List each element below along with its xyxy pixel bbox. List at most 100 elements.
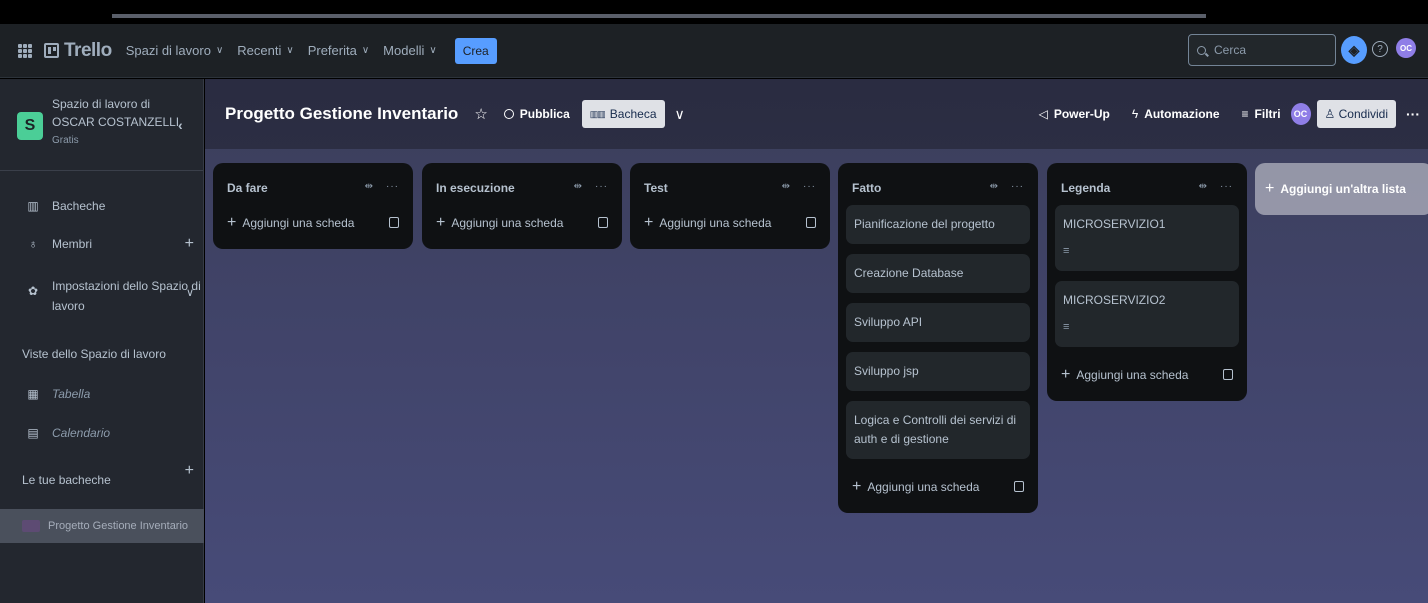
add-card-button[interactable]: + Aggiungi una scheda	[846, 469, 1030, 505]
share-icon: ♙	[1324, 107, 1339, 121]
board-title[interactable]: Progetto Gestione Inventario	[225, 104, 458, 124]
more-icon[interactable]: ···	[803, 181, 816, 192]
board-header-actions: ◁ Power-Up ϟ Automazione ≡ Filtri OC ♙ Cond…	[1039, 79, 1428, 149]
template-icon[interactable]	[598, 217, 608, 228]
list-header[interactable]: In esecuzione ⇹ ···	[430, 171, 614, 205]
add-card-button[interactable]: + Aggiungi una scheda	[638, 205, 822, 241]
template-icon[interactable]	[1223, 369, 1233, 380]
template-icon[interactable]	[1014, 481, 1024, 492]
nav-workspaces[interactable]: Spazi di lavoro ∨	[126, 43, 224, 58]
template-icon[interactable]	[389, 217, 399, 228]
sidebar-item-members[interactable]: ♁ Membri +	[0, 235, 204, 253]
add-card-label: Aggiungi una scheda	[1076, 368, 1189, 382]
search-input[interactable]: Cerca	[1188, 34, 1336, 66]
workspace-plan: Gratis	[52, 135, 79, 146]
plus-icon: +	[644, 214, 654, 231]
list-header-icons[interactable]: ⇹ ···	[782, 181, 816, 192]
collapse-icon[interactable]: ⇹	[782, 181, 791, 192]
collapse-sidebar-icon[interactable]: ‹	[178, 117, 183, 133]
plus-icon: +	[1061, 366, 1071, 383]
browser-top-strip	[0, 0, 1428, 24]
plus-icon: +	[227, 214, 237, 231]
filters-button[interactable]: ≡ Filtri	[1242, 107, 1281, 121]
automation-button[interactable]: ϟ Automazione	[1132, 107, 1220, 121]
powerup-button[interactable]: ◁ Power-Up	[1039, 107, 1110, 121]
create-button[interactable]: Crea	[454, 37, 497, 64]
sidebar-item-label: Impostazioni dello Spazio di	[52, 279, 201, 293]
sidebar-item-label-2: lavoro	[52, 299, 85, 313]
nav-starred[interactable]: Preferita ∨	[308, 43, 369, 58]
sidebar-item-boards[interactable]: ▥ Bacheche	[0, 199, 204, 213]
share-button[interactable]: ♙ Condividi	[1316, 100, 1396, 128]
apps-grid-icon[interactable]	[18, 43, 32, 58]
more-icon[interactable]: ···	[1011, 181, 1024, 192]
more-icon[interactable]: ···	[1220, 181, 1233, 192]
nav-templates[interactable]: Modelli ∨	[383, 43, 437, 58]
collapse-icon[interactable]: ⇹	[365, 181, 374, 192]
sidebar-item-settings[interactable]: ✿ Impostazioni dello Spazio di lavoro ∨	[0, 276, 204, 316]
plus-icon: +	[852, 478, 862, 495]
card[interactable]: Creazione Database	[846, 254, 1030, 293]
chevron-down-icon: ∨	[215, 45, 224, 56]
card[interactable]: Pianificazione del progetto	[846, 205, 1030, 244]
card[interactable]: Sviluppo API	[846, 303, 1030, 342]
add-board-icon[interactable]: +	[185, 462, 194, 480]
chevron-down-icon: ∨	[286, 45, 294, 56]
lightning-icon: ϟ	[1131, 107, 1139, 121]
card[interactable]: Sviluppo jsp	[846, 352, 1030, 391]
member-avatar[interactable]: OC	[1290, 103, 1311, 125]
card[interactable]: MICROSERVIZIO1 ≡	[1055, 205, 1239, 271]
more-icon[interactable]: ···	[595, 181, 608, 192]
share-label: Condividi	[1338, 107, 1388, 121]
template-icon[interactable]	[806, 217, 816, 228]
list-header[interactable]: Da fare ⇹ ···	[221, 171, 405, 205]
more-icon[interactable]: ···	[386, 181, 399, 192]
card[interactable]: Logica e Controlli dei servizi di auth e…	[846, 401, 1030, 459]
sidebar-item-table[interactable]: ▦ Tabella	[0, 387, 204, 401]
list-header[interactable]: Test ⇹ ···	[638, 171, 822, 205]
search-icon	[1197, 45, 1206, 55]
sidebar-board-item[interactable]: Progetto Gestione Inventario	[0, 509, 204, 543]
star-icon[interactable]: ☆	[474, 105, 487, 123]
automation-label: Automazione	[1144, 107, 1220, 121]
collapse-icon[interactable]: ⇹	[1199, 181, 1208, 192]
sidebar-item-calendar[interactable]: ▤ Calendario	[0, 426, 204, 440]
board-canvas: Progetto Gestione Inventario ☆ Pubblica …	[205, 79, 1428, 603]
add-card-button[interactable]: + Aggiungi una scheda	[430, 205, 614, 241]
visibility-button[interactable]: Pubblica	[503, 107, 570, 121]
boards-heading: Le tue bacheche	[22, 473, 111, 487]
add-member-icon[interactable]: +	[185, 235, 194, 253]
list-title: Fatto	[852, 181, 882, 195]
notifications-icon[interactable]: ◈	[1341, 36, 1367, 64]
list-header-icons[interactable]: ⇹ ···	[990, 181, 1024, 192]
list-fatto: Fatto ⇹ ··· Pianificazione del progetto C…	[838, 163, 1038, 513]
nav-recent[interactable]: Recenti ∨	[237, 43, 293, 58]
nav-templates-label: Modelli	[383, 43, 425, 58]
board-view-label: Bacheca	[609, 107, 657, 121]
add-card-button[interactable]: + Aggiungi una scheda	[1055, 357, 1239, 393]
more-options-icon[interactable]: ···	[1406, 106, 1420, 122]
collapse-icon[interactable]: ⇹	[990, 181, 999, 192]
list-header[interactable]: Legenda ⇹ ···	[1055, 171, 1239, 205]
workspace-badge[interactable]: S	[17, 112, 43, 140]
board-view-button[interactable]: ▥▥ Bacheca	[581, 100, 665, 128]
list-test: Test ⇹ ··· + Aggiungi una scheda	[630, 163, 830, 249]
add-card-button[interactable]: + Aggiungi una scheda	[221, 205, 405, 241]
search-placeholder: Cerca	[1214, 43, 1247, 57]
list-header-icons[interactable]: ⇹ ···	[365, 181, 399, 192]
card[interactable]: MICROSERVIZIO2 ≡	[1055, 281, 1239, 347]
add-list-button[interactable]: + Aggiungi un'altra lista	[1255, 163, 1428, 215]
powerup-label: Power-Up	[1053, 107, 1110, 121]
list-header-icons[interactable]: ⇹ ···	[574, 181, 608, 192]
list-title: In esecuzione	[436, 181, 515, 195]
trello-logo[interactable]: Trello	[44, 40, 112, 62]
list-header-icons[interactable]: ⇹ ···	[1199, 181, 1233, 192]
board-header: Progetto Gestione Inventario ☆ Pubblica …	[205, 79, 1428, 149]
views-heading: Viste dello Spazio di lavoro	[22, 347, 166, 361]
collapse-icon[interactable]: ⇹	[574, 181, 583, 192]
add-card-label: Aggiungi una scheda	[451, 216, 564, 230]
list-header[interactable]: Fatto ⇹ ···	[846, 171, 1030, 205]
account-avatar[interactable]: OC	[1396, 38, 1416, 58]
chevron-down-icon[interactable]: ∨	[675, 106, 685, 123]
help-icon[interactable]: ?	[1372, 41, 1388, 57]
